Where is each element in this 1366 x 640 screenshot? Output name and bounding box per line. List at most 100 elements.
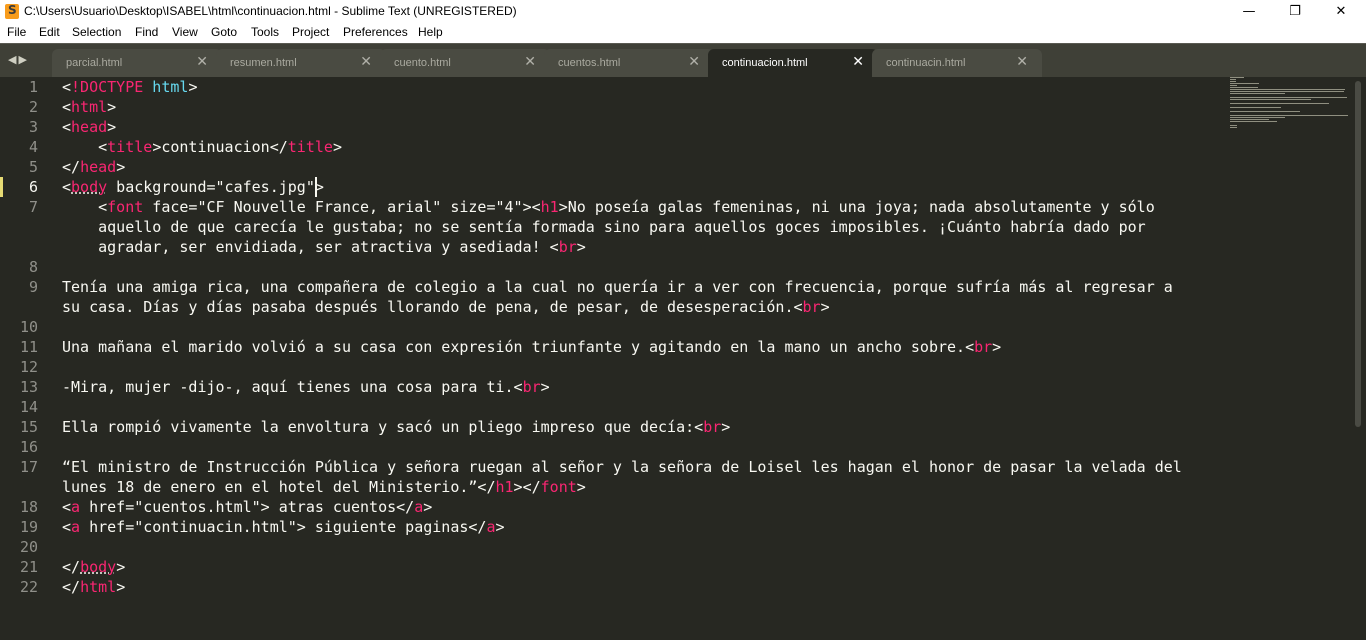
code-line[interactable]: </body>: [62, 557, 125, 577]
minimap-line: [1230, 81, 1236, 82]
vertical-scrollbar[interactable]: [1354, 77, 1362, 640]
line-number: 22: [19, 578, 38, 596]
minimap-line: [1230, 97, 1347, 98]
tab-continuacion[interactable]: continuacion.html ✕: [708, 49, 878, 78]
line-number: 9: [28, 278, 38, 296]
menu-find[interactable]: Find: [135, 25, 158, 39]
menu-bar: File Edit Selection Find View Goto Tools…: [0, 23, 1366, 43]
code-line[interactable]: <title>continuacion</title>: [62, 137, 342, 157]
tab-cuentos[interactable]: cuentos.html ✕: [544, 49, 714, 78]
tab-cuento[interactable]: cuento.html ✕: [380, 49, 550, 78]
tab-close-icon[interactable]: ✕: [360, 54, 372, 70]
tab-close-icon[interactable]: ✕: [196, 54, 208, 70]
minimap-line: [1230, 121, 1277, 122]
tab-continuacin[interactable]: continuacin.html ✕: [872, 49, 1042, 78]
tab-close-icon[interactable]: ✕: [1016, 54, 1028, 70]
line-number: 2: [28, 98, 38, 116]
minimap-line: [1230, 125, 1237, 126]
menu-preferences[interactable]: Preferences: [343, 25, 408, 39]
line-number: 4: [28, 138, 38, 156]
minimap-line: [1230, 111, 1300, 112]
tab-label: cuento.html: [394, 57, 451, 69]
maximize-button[interactable]: ❐: [1272, 0, 1318, 23]
code-line[interactable]: <a href="cuentos.html"> atras cuentos</a…: [62, 497, 432, 517]
close-button[interactable]: ✕: [1318, 0, 1364, 23]
line-number: 14: [19, 398, 38, 416]
minimap-line: [1230, 83, 1259, 84]
title-bar: C:\Users\Usuario\Desktop\ISABEL\html\con…: [0, 0, 1366, 23]
line-number: 7: [28, 198, 38, 216]
line-number: 8: [28, 258, 38, 276]
line-number: 6: [28, 178, 38, 196]
code-editor[interactable]: 1 2 3 4 5 6 7 8 9 10 11 12 13 14 15 16 17 18 19 20 21 22 <!DO…: [0, 77, 1366, 640]
line-number: 12: [19, 358, 38, 376]
tab-label: parcial.html: [66, 57, 123, 69]
minimap-line: [1230, 91, 1344, 92]
minimap-line: [1230, 87, 1258, 88]
code-line[interactable]: lunes 18 de enero en el hotel del Minist…: [62, 477, 586, 497]
code-line[interactable]: Una mañana el marido volvió a su casa co…: [62, 337, 1001, 357]
code-line[interactable]: </head>: [62, 157, 125, 177]
minimap-line: [1230, 85, 1237, 86]
minimap-line: [1230, 117, 1285, 118]
code-line[interactable]: -Mira, mujer -dijo-, aquí tienes una cos…: [62, 377, 550, 397]
minimap[interactable]: [1230, 77, 1350, 137]
menu-file[interactable]: File: [7, 25, 26, 39]
scrollbar-thumb[interactable]: [1355, 81, 1361, 427]
line-number: 3: [28, 118, 38, 136]
code-line[interactable]: <!DOCTYPE html>: [62, 77, 197, 97]
line-number: 21: [19, 558, 38, 576]
line-number: 18: [19, 498, 38, 516]
menu-goto[interactable]: Goto: [211, 25, 237, 39]
menu-edit[interactable]: Edit: [39, 25, 60, 39]
minimap-line: [1230, 93, 1285, 94]
window-title: C:\Users\Usuario\Desktop\ISABEL\html\con…: [24, 4, 517, 18]
code-line[interactable]: Tenía una amiga rica, una compañera de c…: [62, 277, 1173, 297]
tab-bar: ◀▶ parcial.html ✕ resumen.html ✕ cuento.…: [0, 43, 1366, 78]
line-number: 17: [19, 458, 38, 476]
tab-resumen[interactable]: resumen.html ✕: [216, 49, 386, 78]
code-line[interactable]: su casa. Días y días pasaba después llor…: [62, 297, 830, 317]
tab-label: resumen.html: [230, 57, 297, 69]
line-number-gutter: 1 2 3 4 5 6 7 8 9 10 11 12 13 14 15 16 17 18 19 20 21 22: [0, 77, 50, 640]
line-number: 1: [28, 78, 38, 96]
line-number: 15: [19, 418, 38, 436]
minimap-line: [1230, 99, 1311, 100]
minimap-line: [1230, 77, 1244, 78]
sublime-text-icon: [5, 3, 19, 19]
minimize-button[interactable]: —: [1226, 0, 1272, 23]
tab-label: cuentos.html: [558, 57, 621, 69]
line-number: 5: [28, 158, 38, 176]
tab-close-icon[interactable]: ✕: [688, 54, 700, 70]
code-line[interactable]: Ella rompió vivamente la envoltura y sac…: [62, 417, 730, 437]
code-line[interactable]: </html>: [62, 577, 125, 597]
code-line[interactable]: <head>: [62, 117, 116, 137]
code-line[interactable]: “El ministro de Instrucción Pública y se…: [62, 457, 1182, 477]
minimap-line: [1230, 115, 1348, 116]
line-number: 20: [19, 538, 38, 556]
code-line[interactable]: <a href="continuacin.html"> siguiente pa…: [62, 517, 505, 537]
menu-help[interactable]: Help: [418, 25, 443, 39]
minimap-line: [1230, 119, 1269, 120]
line-number: 13: [19, 378, 38, 396]
current-line-marker: [0, 177, 3, 197]
tab-close-icon[interactable]: ✕: [524, 54, 536, 70]
menu-project[interactable]: Project: [292, 25, 329, 39]
menu-view[interactable]: View: [172, 25, 198, 39]
menu-selection[interactable]: Selection: [72, 25, 121, 39]
tab-close-icon[interactable]: ✕: [852, 54, 864, 70]
tab-parcial[interactable]: parcial.html ✕: [52, 49, 222, 78]
code-line[interactable]: <font face="CF Nouvelle France, arial" s…: [62, 197, 1155, 217]
code-line[interactable]: aquello de que carecía le gustaba; no se…: [62, 217, 1146, 237]
code-line[interactable]: <body background="cafes.jpg">: [62, 177, 324, 197]
line-number: 16: [19, 438, 38, 456]
text-cursor: [315, 177, 317, 197]
menu-tools[interactable]: Tools: [251, 25, 279, 39]
minimap-line: [1230, 127, 1237, 128]
code-line[interactable]: agradar, ser envidiada, ser atractiva y …: [62, 237, 586, 257]
tab-scroll-arrows-icon[interactable]: ◀▶: [8, 53, 29, 66]
minimap-line: [1230, 89, 1345, 90]
code-line[interactable]: <html>: [62, 97, 116, 117]
line-number: 10: [19, 318, 38, 336]
minimap-line: [1230, 103, 1329, 104]
